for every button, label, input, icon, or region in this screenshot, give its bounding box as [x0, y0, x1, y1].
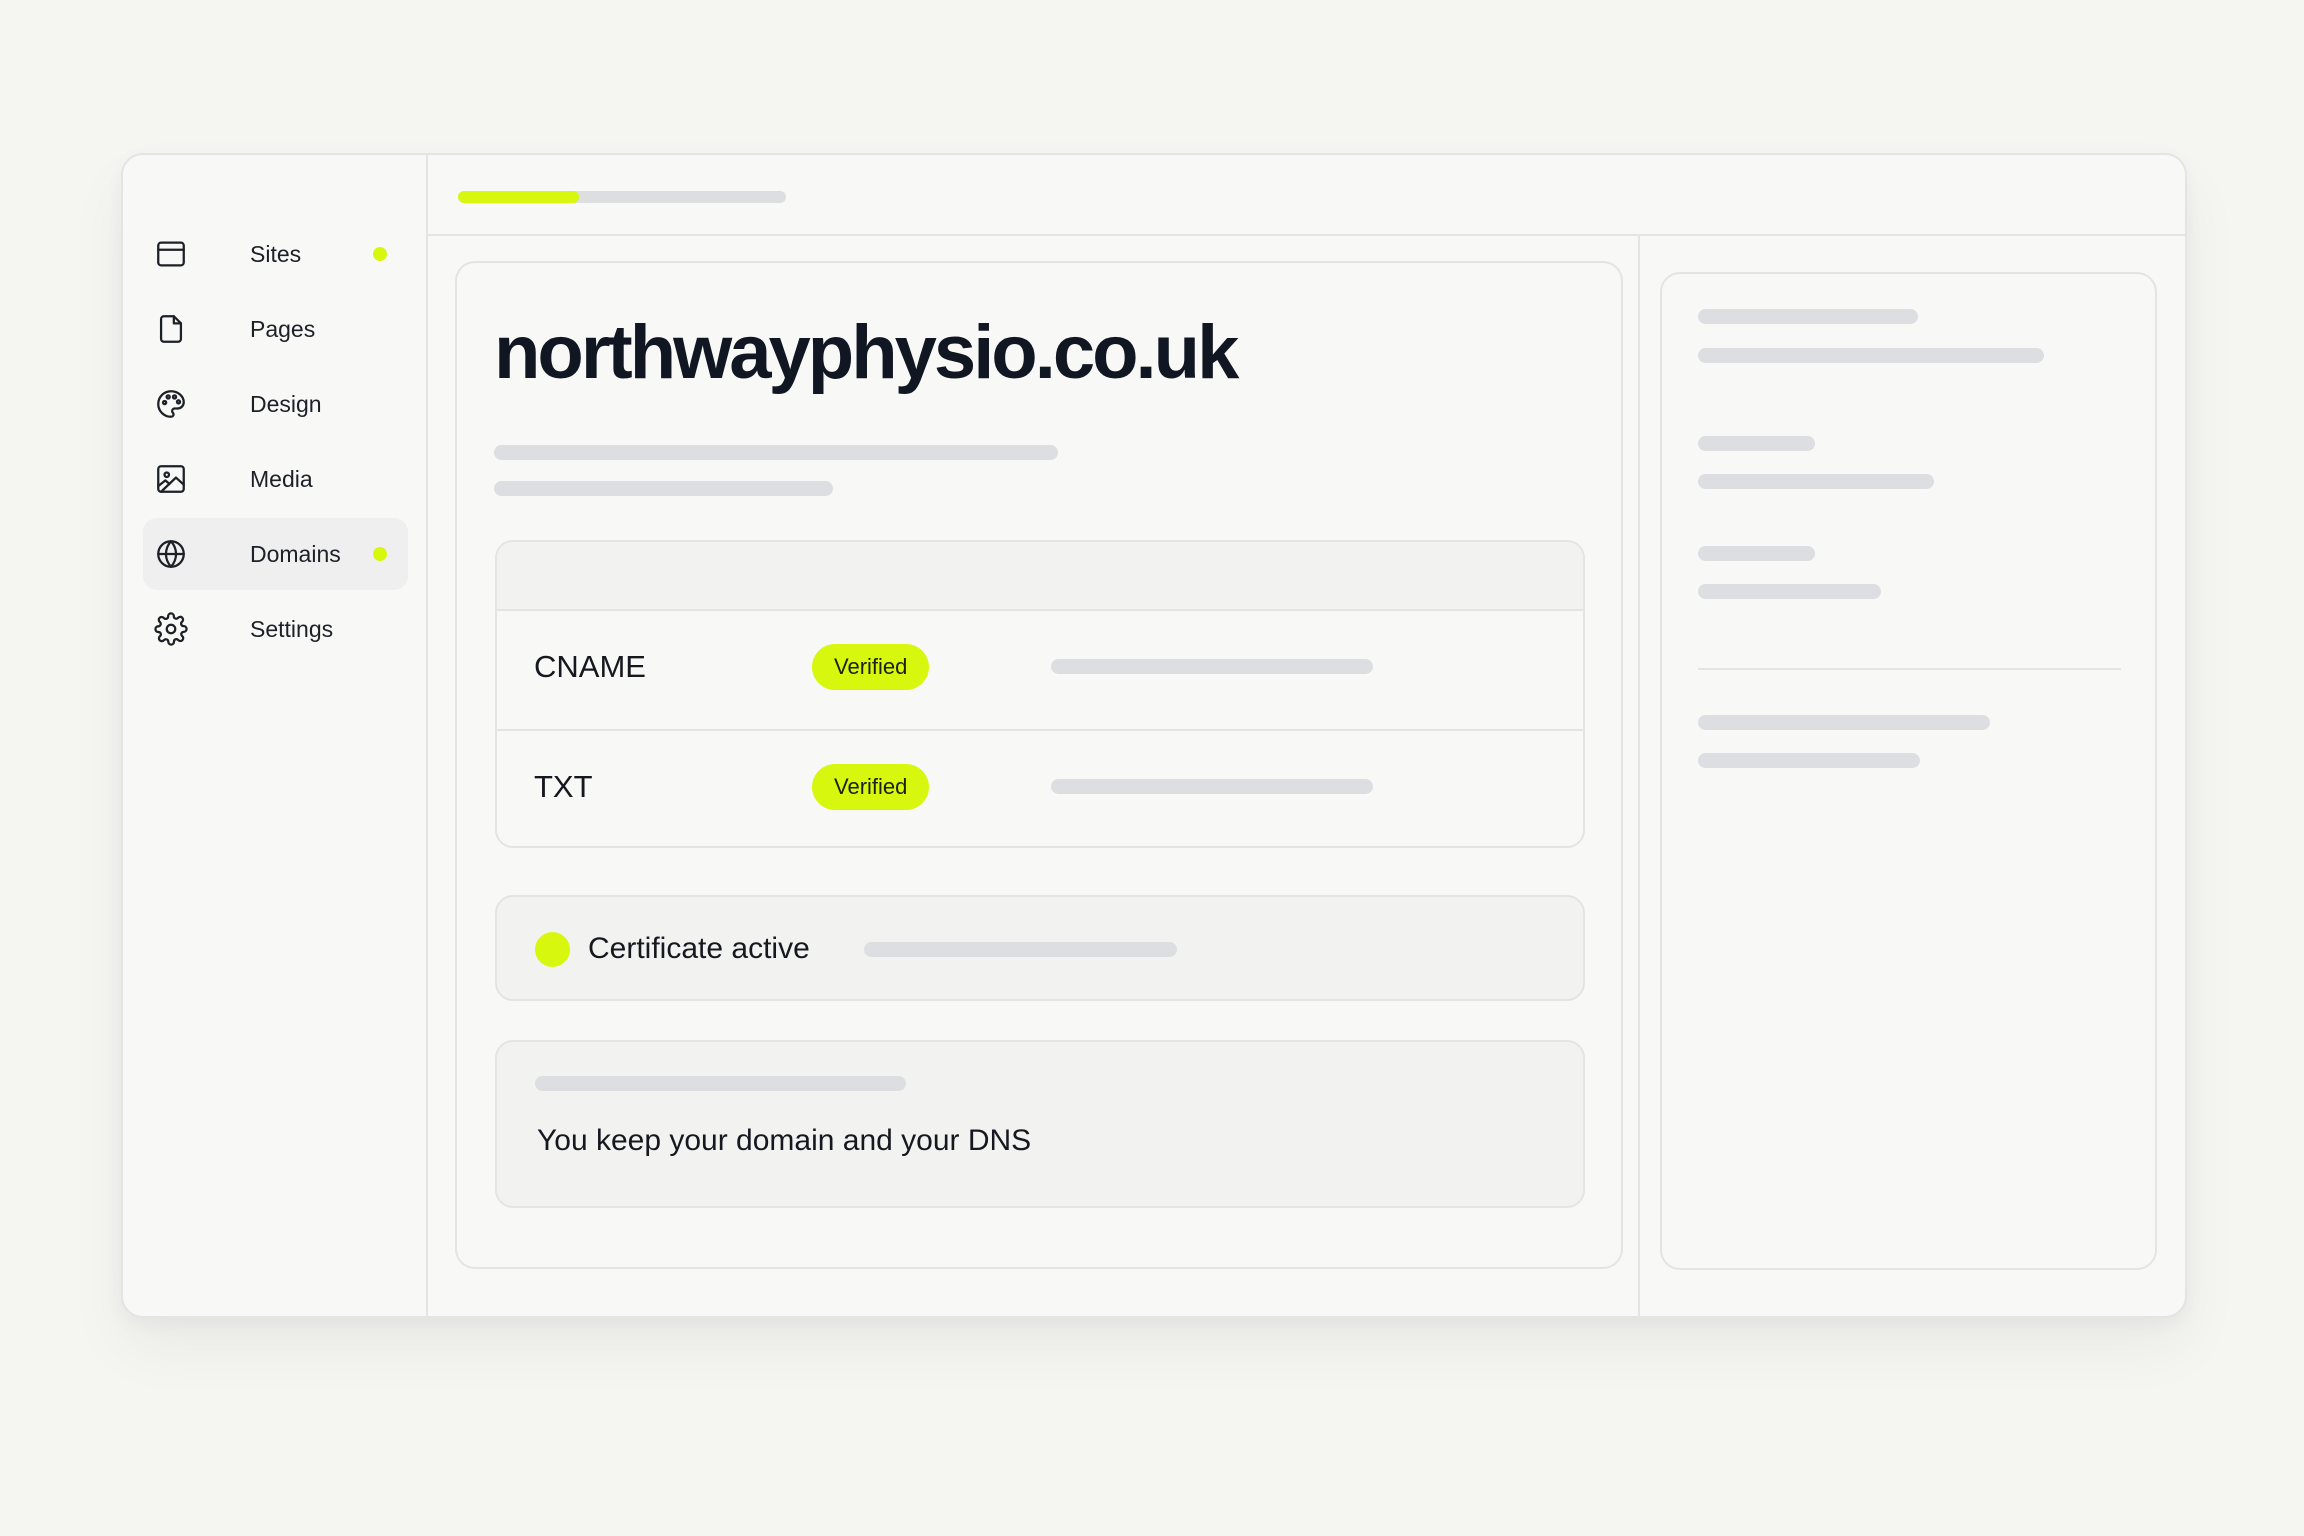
image-icon: [153, 461, 189, 497]
sidebar-item-media[interactable]: Media: [143, 443, 408, 515]
skeleton-line: [1698, 474, 1934, 489]
domain-title: northwayphysio.co.uk: [494, 310, 1239, 395]
skeleton-line: [864, 942, 1177, 957]
info-note: You keep your domain and your DNS: [495, 1040, 1585, 1208]
sidebar-item-domains[interactable]: Domains: [143, 518, 408, 590]
top-bar: [428, 155, 2185, 236]
sidebar-item-label: Media: [250, 465, 313, 492]
sidebar: Sites Pages Design Media Domains Setting…: [123, 155, 428, 1316]
skeleton-line: [494, 445, 1058, 460]
app-window: Sites Pages Design Media Domains Setting…: [121, 153, 2187, 1318]
page-icon: [153, 311, 189, 347]
skeleton-line: [1051, 659, 1373, 674]
sidebar-item-design[interactable]: Design: [143, 368, 408, 440]
status-dot: [373, 547, 387, 561]
globe-icon: [153, 536, 189, 572]
status-badge: Verified: [812, 764, 930, 810]
certificate-status-dot: [535, 932, 570, 967]
table-row[interactable]: TXT Verified: [497, 729, 1583, 846]
divider: [1698, 668, 2121, 670]
sidebar-item-label: Sites: [250, 240, 302, 267]
sidebar-item-sites[interactable]: Sites: [143, 218, 408, 290]
skeleton-line: [1698, 584, 1881, 599]
palette-icon: [153, 386, 189, 422]
skeleton-line: [1698, 309, 1918, 324]
sidebar-item-settings[interactable]: Settings: [143, 593, 408, 665]
table-header: [497, 542, 1583, 611]
browser-window-icon: [153, 236, 189, 272]
skeleton-line: [1698, 715, 1990, 730]
note-text: You keep your domain and your DNS: [537, 1124, 1032, 1157]
skeleton-line: [1698, 546, 1815, 561]
side-panel: [1660, 272, 2157, 1270]
sidebar-item-label: Settings: [250, 615, 334, 642]
skeleton-line: [535, 1076, 906, 1091]
status-badge: Verified: [812, 644, 930, 690]
skeleton-line: [1698, 348, 2044, 363]
skeleton-line: [494, 481, 833, 496]
status-dot: [373, 247, 387, 261]
gear-icon: [153, 611, 189, 647]
sidebar-item-pages[interactable]: Pages: [143, 293, 408, 365]
certificate-status: Certificate active: [495, 895, 1585, 1001]
sidebar-item-label: Pages: [250, 315, 316, 342]
table-row[interactable]: CNAME Verified: [497, 611, 1583, 729]
record-type: TXT: [534, 769, 593, 804]
progress-bar: [458, 191, 786, 203]
sidebar-item-label: Domains: [250, 540, 341, 567]
skeleton-line: [1698, 436, 1815, 451]
record-type: CNAME: [534, 649, 646, 684]
progress-fill: [458, 191, 580, 203]
domain-card: northwayphysio.co.uk CNAME Verified TXT …: [455, 261, 1623, 1269]
certificate-label: Certificate active: [588, 932, 810, 965]
skeleton-line: [1051, 779, 1373, 794]
dns-records-table: CNAME Verified TXT Verified: [495, 540, 1585, 848]
skeleton-line: [1698, 753, 1920, 768]
sidebar-item-label: Design: [250, 390, 322, 417]
